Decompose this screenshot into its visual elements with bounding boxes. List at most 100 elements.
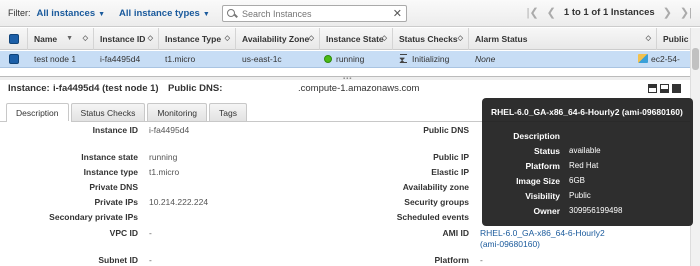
filter-label: Filter:: [8, 8, 31, 18]
column-label: Instance ID: [100, 34, 146, 44]
clear-icon[interactable]: ✕: [393, 7, 402, 20]
filter-funnel-icon[interactable]: ▼: [66, 28, 73, 50]
detail-label: Instance state: [81, 152, 138, 162]
detail-label: Private DNS: [89, 182, 138, 192]
detail-value: i-fa4495d4: [149, 125, 190, 135]
column-status-checks[interactable]: Status Checks ◇: [393, 28, 469, 50]
column-label: Public: [663, 34, 689, 44]
bottom-pane-icon[interactable]: [648, 84, 657, 93]
full-pane-icon[interactable]: [672, 84, 681, 93]
detail-label: Scheduled events: [396, 212, 469, 222]
detail-value: -: [149, 228, 152, 238]
last-page-icon[interactable]: ❯|: [680, 6, 692, 19]
detail-label: AMI ID: [442, 228, 469, 238]
ami-id-link[interactable]: RHEL-6.0_GA-x86_64-6-Hourly2 (ami-096801…: [480, 228, 620, 250]
row-instance-state: running: [324, 51, 364, 68]
detail-label: Security groups: [404, 197, 469, 207]
scrollbar-thumb[interactable]: [692, 48, 699, 70]
tooltip-value: available: [569, 146, 601, 155]
detail-value: t1.micro: [149, 167, 180, 177]
tooltip-value: Public: [569, 191, 591, 200]
column-public[interactable]: Public: [657, 28, 690, 50]
pagination-count: 1 to 1 of 1 Instances: [563, 7, 655, 18]
instance-value: i-fa4495d4 (test node 1): [53, 83, 159, 94]
instances-filter-label: All instances: [36, 7, 96, 19]
row-alarm-status: None: [475, 54, 496, 64]
row-checkbox[interactable]: [9, 54, 19, 64]
tab-status-checks[interactable]: Status Checks: [70, 103, 146, 121]
table-header: Name ▼ ◇ Instance ID ◇ Instance Type ◇ A…: [0, 28, 700, 50]
first-page-icon[interactable]: |❮: [527, 6, 539, 19]
detail-value: 10.214.222.224: [149, 197, 209, 207]
column-availability-zone[interactable]: Availability Zone ◇: [236, 28, 320, 50]
row-public: ec2-54-: [638, 51, 680, 68]
sort-icon[interactable]: ◇: [458, 28, 463, 50]
detail-label: Public IP: [433, 152, 469, 162]
search-input[interactable]: [242, 8, 392, 19]
detail-label: Instance type: [83, 167, 138, 177]
pencil-icon[interactable]: [638, 54, 648, 63]
public-dns-value: .compute-1.amazonaws.com: [298, 83, 420, 94]
column-label: Availability Zone: [242, 34, 310, 44]
column-label: Instance State: [326, 34, 384, 44]
tooltip-label: Visibility: [525, 191, 560, 201]
table-row[interactable]: test node 1 i-fa4495d4 t1.micro us-east-…: [0, 51, 700, 69]
detail-label: Subnet ID: [98, 255, 138, 265]
tab-tags[interactable]: Tags: [209, 103, 247, 121]
search-icon: [226, 6, 240, 21]
search-box[interactable]: ✕: [222, 5, 407, 22]
sort-icon[interactable]: ◇: [83, 28, 88, 50]
column-instance-id[interactable]: Instance ID ◇: [94, 28, 159, 50]
chevron-down-icon: ▼: [98, 10, 106, 18]
detail-label: VPC ID: [109, 228, 138, 238]
detail-label: Secondary private IPs: [49, 212, 138, 222]
sort-icon[interactable]: ◇: [225, 28, 230, 50]
column-label: Status Checks: [399, 34, 458, 44]
row-status-label: Initializing: [412, 54, 450, 64]
row-instance-type: t1.micro: [165, 54, 196, 64]
tooltip-label: Owner: [533, 206, 560, 216]
chevron-down-icon: ▼: [202, 10, 210, 18]
instance-label: Instance:: [8, 83, 50, 94]
detail-value: -: [480, 255, 483, 265]
tab-monitoring[interactable]: Monitoring: [147, 103, 208, 121]
row-availability-zone: us-east-1c: [242, 54, 282, 64]
detail-label: Availability zone: [402, 182, 469, 192]
sort-icon[interactable]: ◇: [148, 28, 153, 50]
details-header: Instance: i-fa4495d4 (test node 1) Publi…: [0, 80, 690, 98]
instance-types-label: All instance types: [119, 7, 200, 19]
column-instance-state[interactable]: Instance State ◇: [320, 28, 393, 50]
select-all-checkbox[interactable]: [9, 34, 19, 44]
column-instance-type[interactable]: Instance Type ◇: [159, 28, 236, 50]
row-name: test node 1: [34, 54, 77, 64]
detail-label: Elastic IP: [431, 167, 469, 177]
prev-page-icon[interactable]: ❮: [547, 6, 556, 19]
tooltip-label: Platform: [525, 161, 560, 171]
sort-icon[interactable]: ◇: [382, 28, 387, 50]
column-alarm-status[interactable]: Alarm Status ◇: [469, 28, 657, 50]
tooltip-label: Description: [513, 131, 560, 141]
row-public-dns: ec2-54-: [651, 54, 680, 64]
column-label: Alarm Status: [475, 34, 528, 44]
hourglass-icon: [399, 52, 407, 69]
tooltip-value: 309956199498: [569, 206, 623, 215]
sort-icon[interactable]: ◇: [646, 28, 651, 50]
details-tabs: Description Status Checks Monitoring Tag…: [6, 103, 247, 122]
detail-label: Platform: [434, 255, 469, 265]
tooltip-title: RHEL-6.0_GA-x86_64-6-Hourly2 (ami-096801…: [491, 107, 683, 117]
select-all-cell: [0, 28, 28, 50]
instance-types-dropdown[interactable]: All instance types ▼: [119, 8, 210, 19]
detail-value: running: [149, 152, 178, 162]
row-state-label: running: [336, 54, 365, 64]
column-label: Instance Type: [165, 34, 222, 44]
column-label: Name: [34, 34, 58, 44]
sort-icon[interactable]: ◇: [309, 28, 314, 50]
filter-bar: Filter: All instances ▼ All instance type…: [0, 0, 700, 27]
next-page-icon[interactable]: ❯: [663, 6, 672, 19]
running-status-icon: [324, 55, 332, 63]
split-pane-icon[interactable]: [660, 84, 669, 93]
tab-description[interactable]: Description: [6, 103, 69, 122]
column-name[interactable]: Name ▼ ◇: [28, 28, 94, 50]
instances-filter-dropdown[interactable]: All instances ▼: [37, 8, 106, 19]
detail-label: Instance ID: [92, 125, 138, 135]
